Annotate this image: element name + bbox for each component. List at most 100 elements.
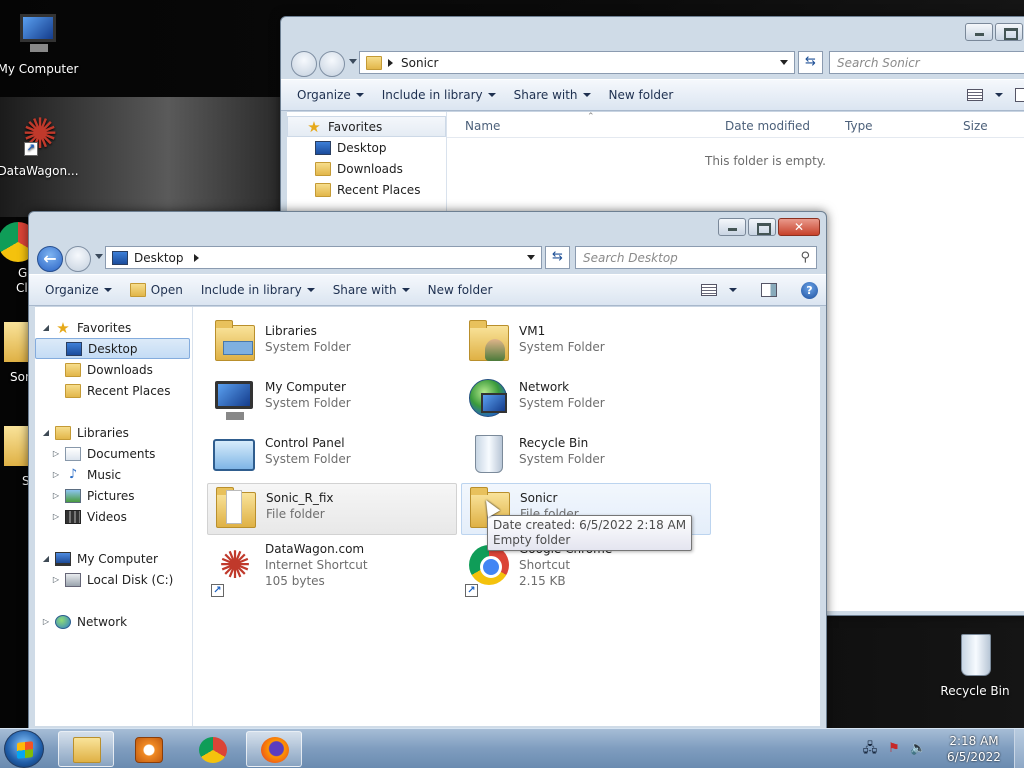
- address-bar[interactable]: Sonicr: [359, 51, 795, 74]
- nav-desktop[interactable]: Desktop: [35, 338, 190, 359]
- nav-libraries[interactable]: ◢ Libraries: [35, 422, 192, 443]
- forward-button[interactable]: [319, 51, 345, 77]
- maximize-button[interactable]: [748, 218, 776, 236]
- collapse-arrow-icon[interactable]: ▷: [51, 491, 61, 500]
- address-bar[interactable]: Desktop: [105, 246, 542, 269]
- desktop-icon-datawagon[interactable]: ✺ ↗ DataWagon...: [0, 112, 84, 179]
- clock[interactable]: 2:18 AM 6/5/2022: [934, 733, 1014, 765]
- show-desktop-button[interactable]: [1014, 729, 1024, 768]
- list-item-my-computer[interactable]: My Computer System Folder: [207, 373, 457, 425]
- nav-my-computer[interactable]: ◢ My Computer: [35, 548, 192, 569]
- taskbar-firefox[interactable]: [246, 731, 302, 767]
- desktop-icon: [66, 341, 82, 356]
- recent-pages-dropdown[interactable]: [349, 59, 357, 64]
- nav-favorites[interactable]: ◢ ★ Favorites: [35, 317, 192, 338]
- expand-arrow-icon[interactable]: ◢: [41, 323, 51, 332]
- nav-local-disk[interactable]: ▷ Local Disk (C:): [35, 569, 192, 590]
- nav-pictures[interactable]: ▷ Pictures: [35, 485, 192, 506]
- list-item-recycle-bin[interactable]: Recycle Bin System Folder: [461, 429, 711, 481]
- back-button[interactable]: [291, 51, 317, 77]
- file-list[interactable]: Libraries System Folder VM1 System Folder …: [193, 307, 820, 726]
- start-button[interactable]: [4, 730, 44, 768]
- window-titlebar[interactable]: [281, 17, 1024, 47]
- nav-downloads[interactable]: Downloads: [35, 359, 192, 380]
- nav-music[interactable]: ▷ ♪ Music: [35, 464, 192, 485]
- share-with-button[interactable]: Share with: [324, 275, 419, 305]
- collapse-arrow-icon[interactable]: ▷: [51, 575, 61, 584]
- organize-button[interactable]: Organize: [29, 275, 121, 305]
- expand-arrow-icon[interactable]: ◢: [41, 554, 51, 563]
- collapse-arrow-icon[interactable]: ▷: [51, 449, 61, 458]
- taskbar-media-player[interactable]: [120, 731, 176, 767]
- minimize-button[interactable]: [718, 218, 746, 236]
- close-button[interactable]: [778, 218, 820, 236]
- network-tray-icon[interactable]: 🖧: [862, 741, 878, 757]
- list-item-vm1[interactable]: VM1 System Folder: [461, 317, 711, 369]
- new-folder-button[interactable]: New folder: [600, 80, 683, 110]
- column-size[interactable]: Size: [963, 119, 988, 133]
- recent-places-icon: [315, 182, 331, 197]
- column-name[interactable]: Name: [465, 119, 500, 133]
- folder-icon: [0, 318, 44, 366]
- open-button[interactable]: Open: [121, 275, 192, 305]
- forward-button[interactable]: [65, 246, 91, 272]
- help-icon[interactable]: ?: [801, 281, 818, 299]
- breadcrumb-current[interactable]: Desktop: [134, 251, 184, 265]
- action-center-flag-icon[interactable]: ⚑: [886, 741, 902, 757]
- expand-arrow-icon[interactable]: ◢: [41, 428, 51, 437]
- search-input[interactable]: Search Desktop ⚲: [575, 246, 817, 269]
- nav-favorites[interactable]: ★ Favorites: [287, 116, 446, 137]
- collapse-arrow-icon[interactable]: ▷: [51, 470, 61, 479]
- list-item-network[interactable]: Network System Folder: [461, 373, 711, 425]
- view-dropdown-icon[interactable]: [995, 93, 1003, 97]
- preview-pane-icon[interactable]: [1015, 88, 1024, 102]
- new-folder-button[interactable]: New folder: [419, 275, 502, 305]
- address-dropdown-icon[interactable]: [527, 255, 535, 260]
- organize-button[interactable]: Organize: [281, 80, 373, 110]
- refresh-button[interactable]: ⇆: [798, 51, 823, 74]
- breadcrumb-current[interactable]: Sonicr: [401, 56, 438, 70]
- maximize-button[interactable]: [995, 23, 1023, 41]
- volume-icon[interactable]: 🔈: [910, 741, 926, 757]
- breadcrumb-arrow-icon[interactable]: [388, 58, 393, 67]
- datawagon-icon: ✺ ↗: [209, 541, 259, 597]
- view-dropdown-icon[interactable]: [729, 288, 737, 292]
- list-item-libraries[interactable]: Libraries System Folder: [207, 317, 457, 369]
- include-in-library-button[interactable]: Include in library: [192, 275, 324, 305]
- desktop-explorer-window[interactable]: ← Desktop ⇆ Search Desktop ⚲ Organize Op…: [28, 211, 827, 731]
- collapse-arrow-icon[interactable]: ▷: [51, 512, 61, 521]
- include-in-library-button[interactable]: Include in library: [373, 80, 505, 110]
- change-view-icon[interactable]: [967, 89, 983, 101]
- command-bar: Organize Include in library Share with N…: [281, 79, 1024, 111]
- column-type[interactable]: Type: [845, 119, 873, 133]
- nav-desktop[interactable]: Desktop: [287, 137, 446, 158]
- recent-pages-dropdown[interactable]: [95, 254, 103, 259]
- refresh-button[interactable]: ⇆: [545, 246, 570, 269]
- desktop-icon-recycle-bin[interactable]: Recycle Bin: [929, 632, 1021, 699]
- preview-pane-icon[interactable]: [761, 283, 777, 297]
- nav-videos[interactable]: ▷ Videos: [35, 506, 192, 527]
- change-view-icon[interactable]: [701, 284, 717, 296]
- nav-network[interactable]: ▷ Network: [35, 611, 192, 632]
- nav-recent-places[interactable]: Recent Places: [35, 380, 192, 401]
- list-item-control-panel[interactable]: Control Panel System Folder: [207, 429, 457, 481]
- minimize-button[interactable]: [965, 23, 993, 41]
- back-button[interactable]: ←: [37, 246, 63, 272]
- column-date-modified[interactable]: Date modified: [725, 119, 810, 133]
- taskbar-chrome[interactable]: [184, 731, 240, 767]
- list-item-datawagon[interactable]: ✺ ↗ DataWagon.com Internet Shortcut 105 byt…: [207, 539, 457, 599]
- taskbar-windows-explorer[interactable]: [58, 731, 114, 767]
- search-input[interactable]: Search Sonicr: [829, 51, 1024, 74]
- nav-recent-places[interactable]: Recent Places: [287, 179, 446, 200]
- list-item-sonic-r-fix[interactable]: Sonic_R_fix File folder: [207, 483, 457, 535]
- nav-downloads[interactable]: Downloads: [287, 158, 446, 179]
- address-dropdown-icon[interactable]: [780, 60, 788, 65]
- window-titlebar[interactable]: [29, 212, 826, 242]
- search-icon[interactable]: ⚲: [800, 250, 810, 265]
- videos-icon: [65, 509, 81, 524]
- collapse-arrow-icon[interactable]: ▷: [41, 617, 51, 626]
- share-with-button[interactable]: Share with: [505, 80, 600, 110]
- breadcrumb-arrow-icon[interactable]: [193, 253, 199, 262]
- desktop-icon-my-computer[interactable]: My Computer: [0, 10, 84, 77]
- nav-documents[interactable]: ▷ Documents: [35, 443, 192, 464]
